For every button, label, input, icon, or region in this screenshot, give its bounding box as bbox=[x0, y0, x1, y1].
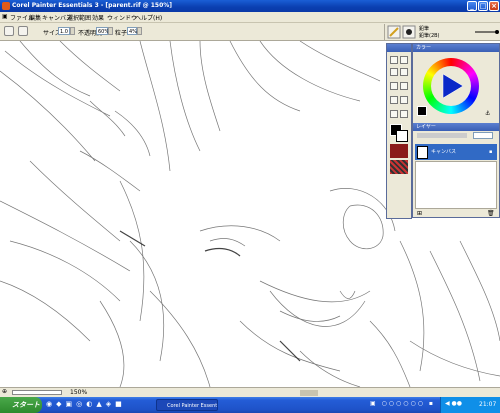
menu-select[interactable]: 選択範囲 bbox=[67, 13, 91, 22]
opacity-field[interactable]: 60% bbox=[96, 27, 109, 35]
hand-icon[interactable] bbox=[400, 110, 408, 118]
size-field[interactable]: 1.0 bbox=[58, 27, 70, 35]
grain-spinner[interactable] bbox=[137, 27, 142, 35]
minimize-button[interactable]: _ bbox=[467, 1, 477, 11]
taskbar: スタート ◉◆▣◎◐▲◈■ Corel Painter Essenti... ▣… bbox=[0, 397, 500, 413]
brush-icon[interactable] bbox=[4, 26, 14, 36]
menu-effects[interactable]: 効果 bbox=[92, 13, 104, 22]
toolbox bbox=[386, 43, 412, 219]
menu-edit[interactable]: 編集 bbox=[29, 13, 41, 22]
menu-window[interactable]: ウィンドウ bbox=[107, 13, 137, 22]
layers-list bbox=[415, 161, 497, 209]
lasso-icon[interactable] bbox=[390, 68, 398, 76]
layer-row-canvas[interactable]: キャンバス ▪ bbox=[415, 144, 497, 160]
menu-bar: ▣ ファイル 編集 キャンバス 選択範囲 効果 ウィンドウ ヘルプ(H) bbox=[0, 12, 500, 23]
transform-icon[interactable] bbox=[400, 68, 408, 76]
quick-launch-icons[interactable]: ◉◆▣◎◐▲◈■ bbox=[46, 400, 146, 410]
taskbar-painter-task[interactable]: Corel Painter Essenti... bbox=[156, 399, 218, 411]
brush-selector[interactable]: 鉛筆 鉛筆(2B) bbox=[384, 24, 500, 40]
bucket-icon[interactable] bbox=[400, 96, 408, 104]
color-triangle[interactable] bbox=[423, 58, 479, 114]
crop-icon[interactable] bbox=[400, 56, 408, 64]
start-button[interactable]: スタート bbox=[0, 397, 42, 413]
pencil-icon[interactable] bbox=[390, 82, 398, 90]
magnifier-icon[interactable] bbox=[390, 110, 398, 118]
zoom-icon[interactable]: ⊕ bbox=[2, 388, 7, 395]
zoom-value: 150% bbox=[70, 389, 88, 396]
layer-opacity-field[interactable] bbox=[473, 132, 493, 139]
app-icon bbox=[2, 2, 10, 10]
title-bar: Corel Painter Essentials 3 - [parent.rif… bbox=[0, 0, 500, 12]
color-wheel[interactable] bbox=[423, 58, 479, 114]
color-picker-icon[interactable]: ⚓ bbox=[485, 110, 493, 118]
panel-window: カラー ⚓ レイヤー キャンバス ▪ ⊞ 🗑 bbox=[412, 43, 500, 218]
menu-help[interactable]: ヘルプ(H) bbox=[135, 13, 162, 22]
size-spinner[interactable] bbox=[70, 27, 75, 35]
clock: 21:07 bbox=[479, 401, 497, 408]
brush-category: 鉛筆 bbox=[419, 26, 430, 32]
tray-icons[interactable]: ◀ ●● bbox=[445, 400, 462, 407]
pattern-swatch[interactable] bbox=[390, 144, 408, 158]
dropper-icon[interactable] bbox=[400, 82, 408, 90]
eraser-icon[interactable] bbox=[390, 96, 398, 104]
layer-opacity-slider[interactable] bbox=[417, 133, 467, 138]
reset-tool-icon[interactable] bbox=[18, 26, 28, 36]
trash-icon[interactable]: 🗑 bbox=[487, 210, 495, 217]
layers-panel-header[interactable]: レイヤー bbox=[413, 123, 499, 131]
layer-options-icon[interactable]: ⊞ bbox=[417, 210, 422, 217]
maximize-button[interactable]: □ bbox=[478, 1, 488, 11]
window-title: Corel Painter Essentials 3 - [parent.rif… bbox=[12, 2, 173, 9]
opacity-spinner[interactable] bbox=[108, 27, 113, 35]
zoom-slider[interactable] bbox=[12, 390, 62, 395]
language-bar[interactable]: ▣ ○○○○○○ ▪ bbox=[370, 400, 438, 410]
close-button[interactable]: × bbox=[489, 1, 499, 11]
layer-name: キャンバス bbox=[431, 149, 457, 155]
lock-icon[interactable]: ▪ bbox=[489, 144, 492, 160]
gradient-swatch[interactable] bbox=[390, 160, 408, 174]
color-panel-header[interactable]: カラー bbox=[413, 44, 499, 52]
system-tray: ◀ ●● 21:07 bbox=[440, 397, 500, 413]
pointer-icon[interactable] bbox=[390, 56, 398, 64]
panel-main-color[interactable] bbox=[417, 106, 427, 116]
grain-field[interactable]: 4% bbox=[127, 27, 137, 35]
brush-variant: 鉛筆(2B) bbox=[419, 33, 440, 39]
grain-label: 粒子 bbox=[115, 30, 128, 37]
layer-thumbnail bbox=[417, 146, 428, 159]
brush-selector-icons bbox=[387, 25, 499, 39]
additional-color-swatch[interactable] bbox=[396, 130, 408, 142]
toolbox-header bbox=[387, 44, 411, 52]
horizontal-scrollbar-thumb[interactable] bbox=[300, 390, 318, 396]
doc-menu-icon[interactable]: ▣ bbox=[2, 13, 8, 20]
